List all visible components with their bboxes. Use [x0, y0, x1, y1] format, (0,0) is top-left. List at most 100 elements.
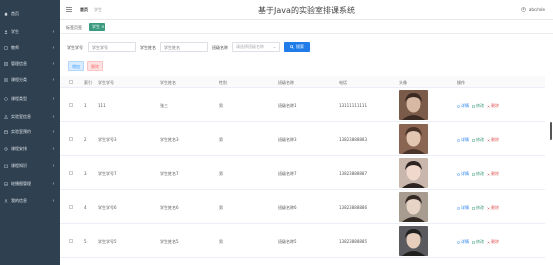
sidebar-item-carousel[interactable]: 轮播图管理 — [0, 178, 60, 189]
edit-button[interactable]: 修改 — [472, 137, 484, 143]
td-index: 3 — [84, 171, 87, 176]
chevron-right-icon — [52, 78, 55, 81]
edit-icon — [472, 206, 475, 210]
td-student-id: 学生学号5 — [98, 239, 117, 244]
row-checkbox[interactable] — [69, 103, 73, 107]
table-row: 2 学生学号3 学生姓名3 男 班级名称3 13823888883 详情 修改 删除 — [60, 122, 545, 156]
top-bar: 首页 学生 基于Java的实验室排课系统 abc/role — [60, 0, 553, 20]
sidebar-item-lab-booking[interactable]: 实验室预约 — [0, 126, 60, 137]
row-actions: 详情 修改 删除 — [457, 171, 502, 177]
search-button[interactable]: 搜索 — [284, 42, 310, 52]
student-avatar — [399, 226, 428, 256]
th-phone: 电话 — [339, 80, 347, 85]
delete-button[interactable]: 删除 — [487, 205, 499, 211]
chevron-right-icon — [52, 46, 55, 49]
sidebar-item-course-type[interactable]: 课程类型 — [0, 93, 60, 104]
student-id-input[interactable] — [88, 42, 136, 52]
table-row: 1 111 张三男班级名称1 13111111111 详情 修改 删除 — [60, 88, 545, 122]
td-gender: 男 — [219, 239, 223, 244]
edit-label: 修改 — [476, 239, 484, 244]
student-avatar — [399, 158, 428, 188]
sidebar-item-schedule[interactable]: 课程安排 — [0, 143, 60, 154]
table-header: 索引 学生学号 学生姓名 性别 班级名称 电话 头像 操作 — [60, 76, 545, 88]
edit-button[interactable]: 修改 — [472, 239, 484, 245]
tag-student[interactable]: 学生 × — [89, 23, 105, 31]
search-form: 学生学号 学生姓名 班级名称 请选择班级名称 搜索 — [60, 40, 553, 54]
row-checkbox[interactable] — [69, 137, 73, 141]
sidebar-item-label: 课程知识 — [11, 162, 27, 168]
sidebar-item-lab-info[interactable]: 实验室信息 — [0, 111, 60, 122]
td-student-id: 学生学号6 — [98, 205, 117, 210]
row-checkbox[interactable] — [69, 171, 73, 175]
delete-button[interactable]: 删除 — [487, 171, 499, 177]
td-phone: 13823888883 — [339, 137, 367, 142]
detail-icon — [457, 172, 460, 176]
delete-label: 删除 — [491, 239, 499, 244]
tags-view: 标签页签 学生 × — [60, 20, 553, 34]
edit-button[interactable]: 修改 — [472, 103, 484, 109]
edit-icon — [472, 172, 475, 176]
row-checkbox[interactable] — [69, 239, 73, 243]
detail-label: 详情 — [461, 137, 469, 142]
booking-icon — [4, 130, 8, 134]
th-name: 学生姓名 — [160, 80, 176, 85]
student-avatar — [399, 90, 428, 120]
sidebar: 首页 学生 教师 管理信息 课程分类 课程类型 实验室信息 实验室预约 课程安排 — [0, 0, 60, 265]
td-name: 张三 — [160, 103, 168, 108]
row-actions: 详情 修改 删除 — [457, 205, 502, 211]
td-phone: 13111111111 — [339, 103, 367, 108]
td-phone: 13823888885 — [339, 239, 367, 244]
delete-label: 删除 — [491, 205, 499, 210]
detail-button[interactable]: 详情 — [457, 137, 469, 143]
sidebar-item-label: 课程类型 — [11, 95, 27, 101]
delete-button[interactable]: 删除 — [487, 103, 499, 109]
td-name: 学生姓名6 — [160, 205, 179, 210]
edit-icon — [472, 138, 475, 142]
detail-label: 详情 — [461, 239, 469, 244]
sidebar-item-my-info[interactable]: 我的信息 — [0, 195, 60, 206]
td-student-id: 学生学号7 — [98, 171, 117, 176]
sidebar-item-teacher[interactable]: 教师 — [0, 42, 60, 53]
chevron-right-icon — [52, 164, 55, 167]
edit-button[interactable]: 修改 — [472, 205, 484, 211]
sidebar-item-manage-info[interactable]: 管理信息 — [0, 58, 60, 69]
detail-icon — [457, 240, 460, 244]
user-menu[interactable]: abc/role — [521, 7, 545, 12]
sidebar-item-label: 实验室预约 — [11, 128, 31, 134]
schedule-icon — [4, 146, 8, 151]
class-name-select[interactable]: 请选择班级名称 — [232, 42, 280, 52]
row-actions: 详情 修改 删除 — [457, 103, 502, 109]
detail-button[interactable]: 详情 — [457, 205, 469, 211]
detail-button[interactable]: 详情 — [457, 239, 469, 245]
row-checkbox[interactable] — [69, 205, 73, 209]
th-gender: 性别 — [219, 80, 227, 85]
type-icon — [4, 96, 8, 101]
sidebar-item-label: 首页 — [11, 10, 19, 16]
tags-label: 标签页签 — [66, 25, 82, 30]
add-button[interactable]: 增加 — [68, 61, 84, 71]
page-title: 基于Java的实验室排课系统 — [258, 6, 355, 15]
td-class: 班级名称7 — [278, 171, 297, 176]
sidebar-item-course-knowledge[interactable]: 课程知识 — [0, 160, 60, 171]
delete-button[interactable]: 删除 — [487, 239, 499, 245]
student-name-input[interactable] — [160, 42, 208, 52]
delete-icon — [487, 206, 490, 210]
sidebar-item-home[interactable]: 首页 — [0, 8, 60, 19]
delete-label: 删除 — [491, 171, 499, 176]
detail-button[interactable]: 详情 — [457, 103, 469, 109]
sidebar-item-student[interactable]: 学生 — [0, 26, 60, 37]
scrollbar-handle[interactable] — [550, 122, 552, 140]
edit-button[interactable]: 修改 — [472, 171, 484, 177]
sidebar-item-label: 我的信息 — [11, 197, 27, 203]
chevron-right-icon — [52, 130, 55, 133]
sidebar-item-course-category[interactable]: 课程分类 — [0, 74, 60, 85]
detail-icon — [457, 104, 460, 108]
edit-icon — [472, 104, 475, 108]
delete-button[interactable]: 删除 — [487, 137, 499, 143]
edit-label: 修改 — [476, 171, 484, 176]
batch-delete-button[interactable]: 删除 — [87, 61, 103, 71]
teacher-icon — [4, 46, 8, 50]
select-all-checkbox[interactable] — [69, 80, 73, 84]
chevron-right-icon — [52, 30, 55, 33]
detail-button[interactable]: 详情 — [457, 171, 469, 177]
